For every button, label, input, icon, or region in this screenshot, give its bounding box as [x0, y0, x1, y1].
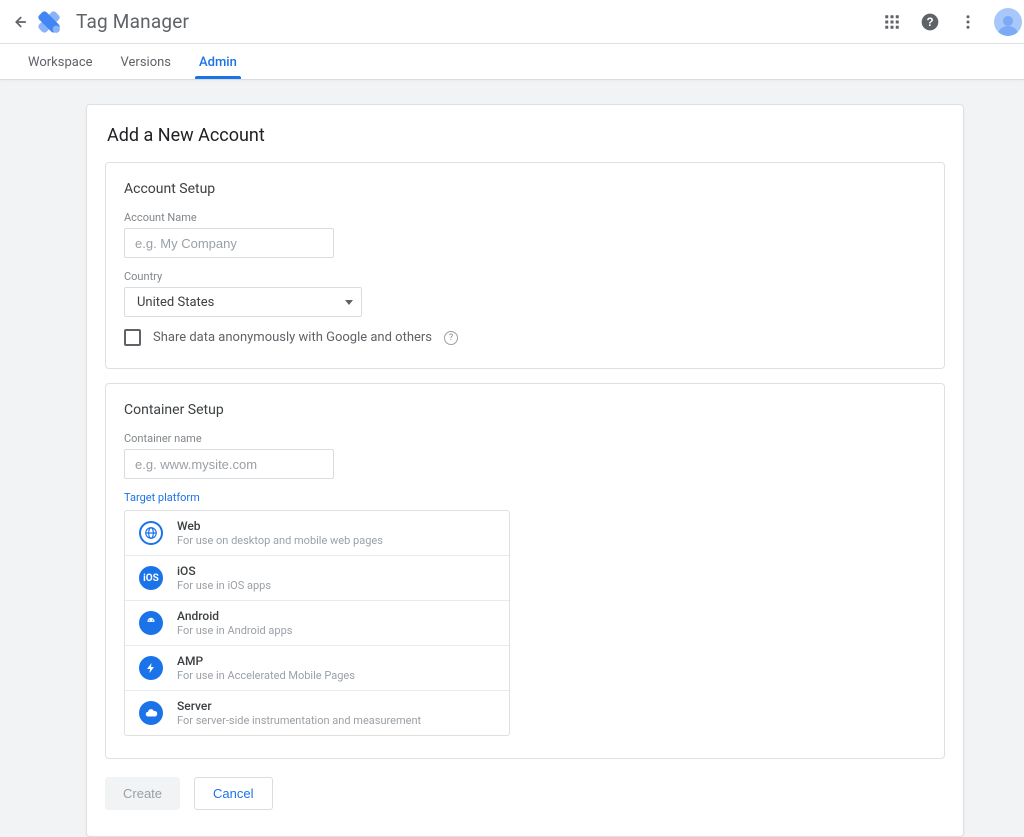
container-name-label: Container name: [124, 432, 926, 445]
tab-versions[interactable]: Versions: [107, 55, 185, 79]
topbar: Tag Manager ?: [0, 0, 1024, 44]
account-avatar[interactable]: [994, 8, 1022, 36]
action-row: Create Cancel: [105, 777, 945, 810]
platform-item-android[interactable]: Android For use in Android apps: [125, 600, 509, 645]
platform-web-sub: For use on desktop and mobile web pages: [177, 534, 383, 547]
android-icon: [139, 611, 163, 635]
container-name-input[interactable]: [124, 449, 334, 479]
account-setup-title: Account Setup: [124, 181, 926, 197]
platform-amp-sub: For use in Accelerated Mobile Pages: [177, 669, 355, 682]
target-platform-label: Target platform: [124, 491, 926, 504]
platform-web-title: Web: [177, 519, 383, 533]
bolt-icon: [139, 656, 163, 680]
platform-item-web[interactable]: Web For use on desktop and mobile web pa…: [125, 511, 509, 555]
container-setup-title: Container Setup: [124, 402, 926, 418]
country-label: Country: [124, 270, 926, 283]
help-button[interactable]: ?: [918, 10, 942, 34]
gtm-logo-icon: [36, 9, 62, 35]
page-title: Add a New Account: [107, 125, 945, 146]
platform-ios-title: iOS: [177, 564, 271, 578]
share-data-checkbox[interactable]: [124, 329, 141, 346]
platform-item-amp[interactable]: AMP For use in Accelerated Mobile Pages: [125, 645, 509, 690]
platform-android-title: Android: [177, 609, 292, 623]
ios-icon: iOS: [139, 566, 163, 590]
tab-bar: Workspace Versions Admin: [0, 44, 1024, 80]
country-select-value: United States: [137, 295, 214, 310]
svg-text:?: ?: [926, 16, 933, 29]
more-vertical-icon: [959, 13, 977, 31]
cloud-icon: [139, 701, 163, 725]
platform-list: Web For use on desktop and mobile web pa…: [124, 510, 510, 736]
platform-ios-sub: For use in iOS apps: [177, 579, 271, 592]
globe-icon: [139, 521, 163, 545]
platform-item-ios[interactable]: iOS iOS For use in iOS apps: [125, 555, 509, 600]
share-data-help-icon[interactable]: ?: [444, 331, 458, 345]
share-data-label: Share data anonymously with Google and o…: [153, 330, 432, 345]
account-name-input[interactable]: [124, 228, 334, 258]
platform-server-title: Server: [177, 699, 421, 713]
platform-server-sub: For server-side instrumentation and meas…: [177, 714, 421, 727]
arrow-left-icon: [11, 13, 29, 31]
create-button[interactable]: Create: [105, 777, 180, 810]
back-button[interactable]: [6, 8, 34, 36]
tab-workspace[interactable]: Workspace: [14, 55, 107, 79]
chevron-down-icon: [345, 300, 353, 305]
cancel-button[interactable]: Cancel: [194, 777, 272, 810]
platform-android-sub: For use in Android apps: [177, 624, 292, 637]
help-icon: ?: [920, 12, 940, 32]
account-setup-card: Account Setup Account Name Country Unite…: [105, 162, 945, 369]
container-setup-card: Container Setup Container name Target pl…: [105, 383, 945, 759]
page-card: Add a New Account Account Setup Account …: [86, 104, 964, 837]
app-title: Tag Manager: [76, 10, 189, 33]
account-name-label: Account Name: [124, 211, 926, 224]
platform-amp-title: AMP: [177, 654, 355, 668]
apps-grid-icon: [883, 13, 901, 31]
country-select[interactable]: United States: [124, 287, 362, 317]
platform-item-server[interactable]: Server For server-side instrumentation a…: [125, 690, 509, 735]
main-content: Add a New Account Account Setup Account …: [0, 80, 1024, 837]
gtm-logo: [34, 7, 64, 37]
apps-button[interactable]: [880, 10, 904, 34]
tab-admin[interactable]: Admin: [185, 55, 251, 79]
more-menu-button[interactable]: [956, 10, 980, 34]
